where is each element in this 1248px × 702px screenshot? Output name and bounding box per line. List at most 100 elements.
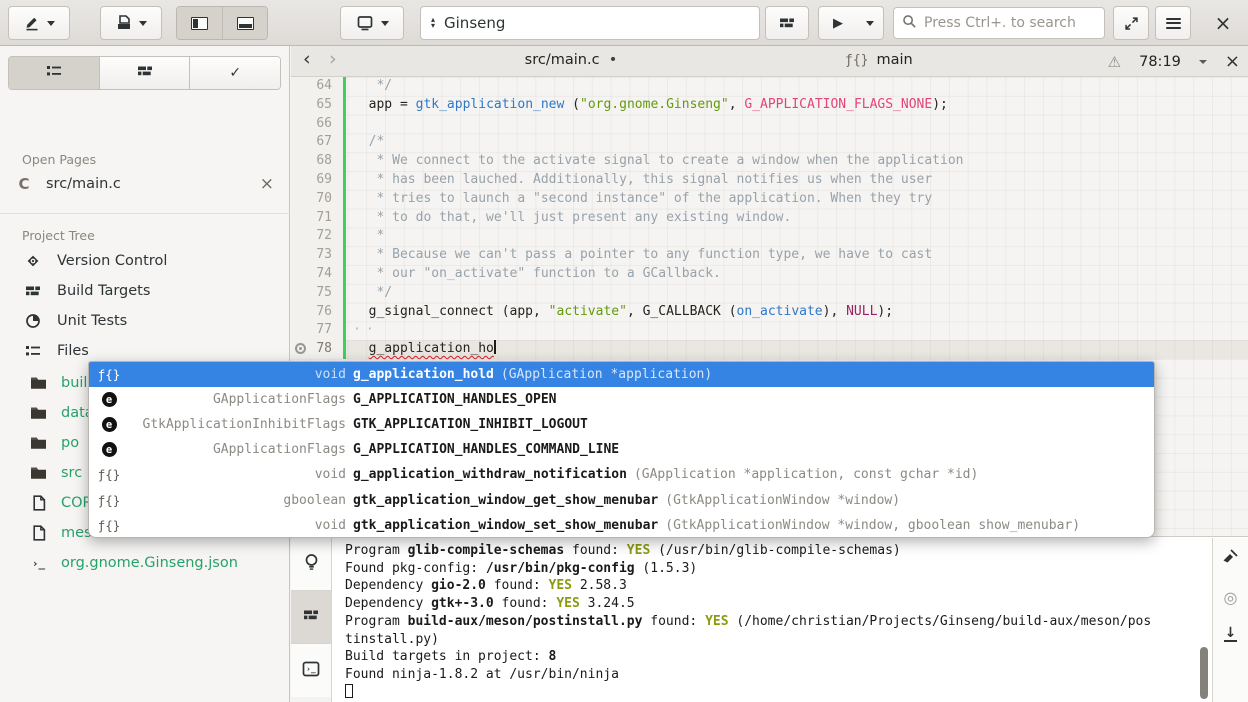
- output-line: tinstall.py): [345, 631, 1200, 649]
- search-input[interactable]: [924, 15, 1098, 31]
- bricks-icon: [24, 283, 41, 299]
- completion-item[interactable]: ƒ{}voidg_application_hold(GApplication *…: [89, 362, 1154, 387]
- cursor-position: 78:19: [1139, 54, 1181, 70]
- file-title: src/main.c •: [291, 52, 851, 68]
- panel-bottom-icon: [237, 17, 254, 30]
- completion-item[interactable]: eGApplicationFlagsG_APPLICATION_HANDLES_…: [89, 387, 1154, 412]
- tab-pages[interactable]: [9, 57, 99, 89]
- build-button[interactable]: [765, 6, 809, 40]
- bricks-icon: [137, 63, 153, 83]
- tree-item-build-targets[interactable]: Build Targets: [0, 276, 290, 306]
- code-line-68[interactable]: 68 * We connect to the activate signal t…: [291, 152, 1248, 171]
- project-tree-label: Project Tree: [22, 228, 95, 243]
- tab-build-targets[interactable]: [99, 57, 190, 89]
- open-page-row[interactable]: C src/main.c ×: [0, 168, 290, 200]
- tree-item-unit-tests[interactable]: Unit Tests: [0, 306, 290, 336]
- code-line-64[interactable]: 64 */: [291, 77, 1248, 96]
- build-output[interactable]: Program glib-compile-schemas found: YES …: [345, 542, 1200, 700]
- function-icon: ƒ{}: [89, 493, 129, 508]
- window-close-button[interactable]: ×: [1205, 6, 1241, 40]
- utility-strip: ◎ ↓: [1212, 538, 1248, 702]
- editor-topbar: ‹ › src/main.c • ƒ{} main ⚠ 78:19 ×: [291, 46, 1248, 77]
- completion-item[interactable]: ƒ{}voidg_application_withdraw_notificati…: [89, 462, 1154, 487]
- display-icon: [356, 15, 374, 31]
- code-line-73[interactable]: 73 * Because we can't pass a pointer to …: [291, 246, 1248, 265]
- output-line: Program glib-compile-schemas found: YES …: [345, 542, 1200, 560]
- bottom-panel: ›_ Program glib-compile-schemas found: Y…: [291, 536, 1248, 702]
- chevron-down-icon[interactable]: [1199, 60, 1207, 64]
- symbol-breadcrumb[interactable]: ƒ{} main: [845, 52, 913, 68]
- output-line: Program build-aux/meson/postinstall.py f…: [345, 613, 1200, 631]
- diagnostics-tab-button[interactable]: [291, 538, 331, 591]
- omnibar[interactable]: ▴▾ Ginseng: [420, 6, 760, 40]
- symbol-name: main: [876, 52, 912, 68]
- record-icon[interactable]: ◎: [1224, 591, 1238, 605]
- enum-icon: e: [89, 442, 129, 457]
- menu-button[interactable]: [1155, 6, 1191, 40]
- folder-icon: [30, 436, 47, 450]
- play-icon: ▶: [833, 16, 843, 31]
- code-line-69[interactable]: 69 * has been lauched. Additionally, thi…: [291, 171, 1248, 190]
- code-line-72[interactable]: 72 *: [291, 227, 1248, 246]
- download-icon[interactable]: ↓: [1224, 627, 1238, 642]
- code-line-65[interactable]: 65 app = gtk_application_new ("org.gnome…: [291, 96, 1248, 115]
- edit-mode-button[interactable]: [8, 6, 70, 40]
- completion-item[interactable]: eGApplicationFlagsG_APPLICATION_HANDLES_…: [89, 437, 1154, 462]
- clear-broom-icon[interactable]: [1222, 548, 1239, 569]
- code-line-76[interactable]: 76 g_signal_connect (app, "activate", G_…: [291, 303, 1248, 322]
- pencil-icon: [24, 15, 40, 31]
- panel-strip: ›_: [291, 538, 332, 702]
- code-line-77[interactable]: 77··: [291, 321, 1248, 340]
- terminal-tab-button[interactable]: ›_: [291, 644, 331, 697]
- global-search[interactable]: [893, 7, 1105, 39]
- header-bar: ▴▾ Ginseng ▶ ×: [0, 0, 1248, 46]
- toggle-bottom-panel-button[interactable]: [222, 7, 267, 39]
- export-icon: [116, 15, 132, 31]
- code-line-74[interactable]: 74 * our "on_activate" function to a GCa…: [291, 265, 1248, 284]
- output-line: Dependency gio-2.0 found: YES 2.58.3: [345, 577, 1200, 595]
- function-icon: ƒ{}: [845, 53, 868, 68]
- sidebar-tabs: ✓: [8, 56, 281, 90]
- editor-close-icon[interactable]: ×: [1225, 51, 1240, 72]
- close-icon: ×: [1215, 11, 1232, 35]
- file-item[interactable]: ›_org.gnome.Ginseng.json: [0, 548, 290, 578]
- completion-item[interactable]: ƒ{}voidgtk_application_window_set_show_m…: [89, 513, 1154, 538]
- terminal-cursor: [345, 684, 353, 698]
- run-button[interactable]: ▶: [818, 6, 858, 40]
- code-line-75[interactable]: 75 */: [291, 284, 1248, 303]
- code-line-67[interactable]: 67 /*: [291, 133, 1248, 152]
- svg-text:›_: ›_: [306, 664, 316, 673]
- build-output-tab-button[interactable]: [291, 591, 331, 644]
- output-line: Found pkg-config: /usr/bin/pkg-config (1…: [345, 560, 1200, 578]
- warning-icon[interactable]: ⚠: [1108, 53, 1121, 71]
- tab-unit-tests[interactable]: ✓: [189, 57, 280, 89]
- lightbulb-icon: [303, 553, 320, 575]
- export-button[interactable]: [100, 6, 162, 40]
- toggle-left-panel-button[interactable]: [177, 7, 222, 39]
- completion-item[interactable]: eGtkApplicationInhibitFlagsGTK_APPLICATI…: [89, 412, 1154, 437]
- completion-item[interactable]: ƒ{}gbooleangtk_application_window_get_sh…: [89, 487, 1154, 512]
- code-line-78[interactable]: 78 g_application_ho: [291, 340, 1248, 359]
- doc-icon: [30, 525, 47, 541]
- sidebar-divider: [0, 213, 290, 214]
- tests-icon: [24, 313, 41, 329]
- output-scrollbar[interactable]: [1200, 647, 1208, 699]
- term-icon: ›_: [30, 557, 47, 570]
- code-line-71[interactable]: 71 * to do that, we'll just present any …: [291, 209, 1248, 228]
- code-line-66[interactable]: 66: [291, 115, 1248, 134]
- tree-item-version-control[interactable]: Version Control: [0, 246, 290, 276]
- close-page-icon[interactable]: ×: [260, 174, 274, 194]
- open-pages-label: Open Pages: [22, 152, 96, 167]
- omnibar-arrows-icon: ▴▾: [431, 17, 435, 29]
- bricks-icon: [779, 15, 795, 31]
- doc-icon: [30, 495, 47, 511]
- panel-left-icon: [191, 17, 208, 30]
- output-line: Dependency gtk+-3.0 found: YES 3.24.5: [345, 595, 1200, 613]
- fullscreen-button[interactable]: [1113, 6, 1149, 40]
- code-line-70[interactable]: 70 * tries to launch a "second instance"…: [291, 190, 1248, 209]
- completion-popup: ƒ{}voidg_application_hold(GApplication *…: [88, 361, 1155, 538]
- c-language-icon: C: [16, 175, 32, 193]
- run-options-button[interactable]: [857, 6, 884, 40]
- device-button[interactable]: [340, 6, 404, 40]
- chevron-down-icon: [381, 21, 389, 26]
